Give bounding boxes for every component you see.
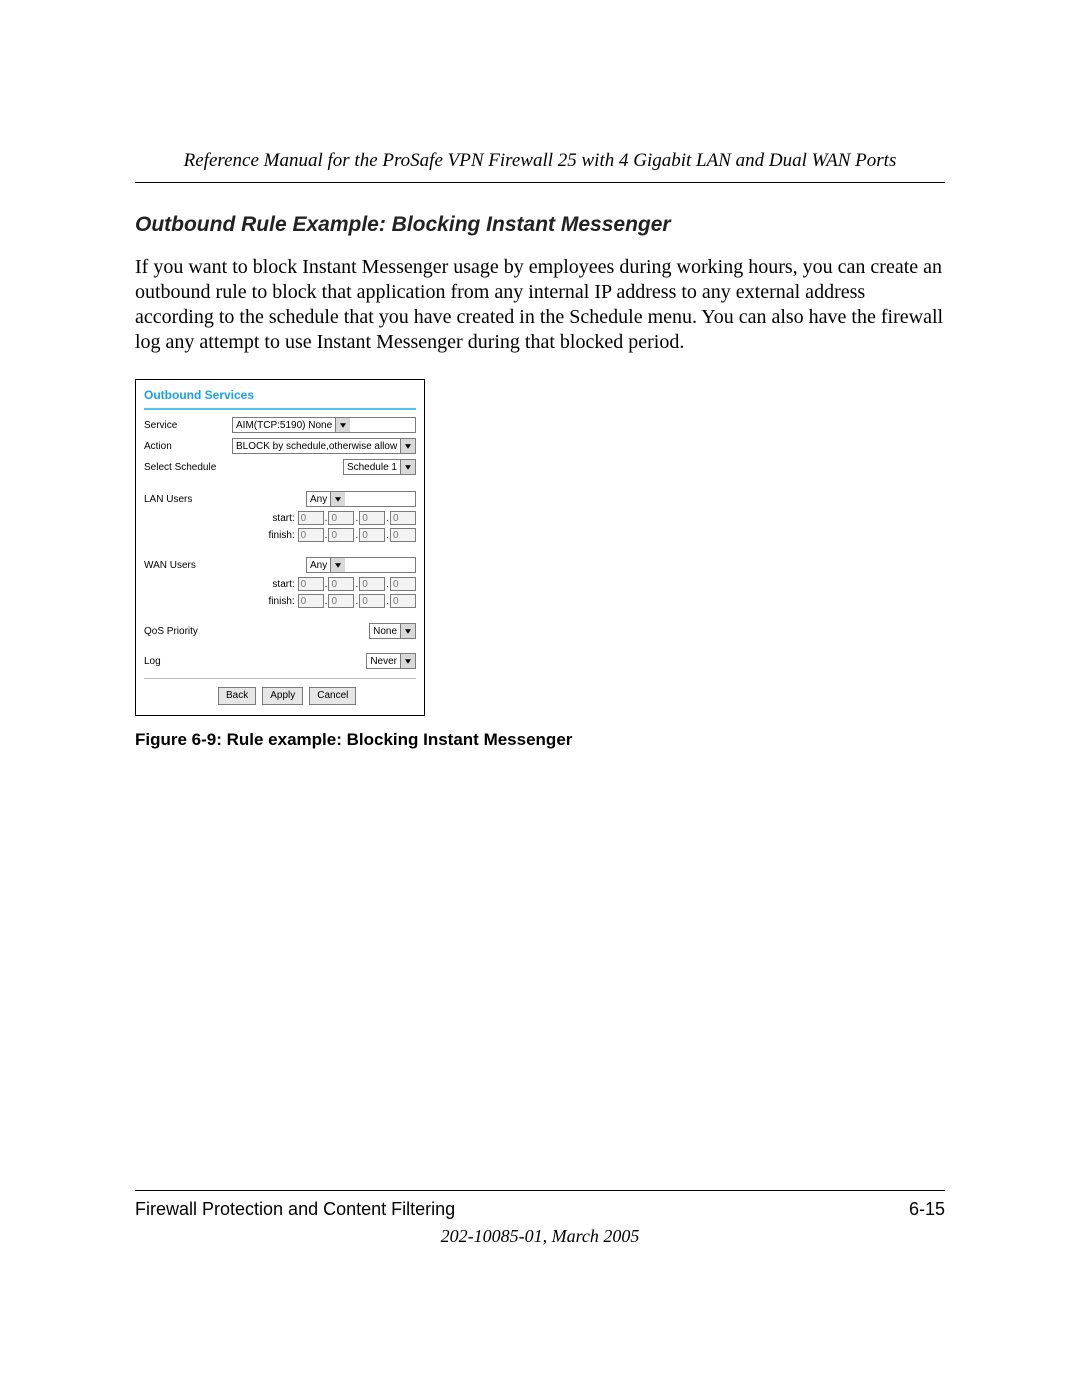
wan-start-octet-4[interactable]: 0 (390, 577, 416, 591)
chevron-down-icon (400, 624, 415, 638)
lan-finish-octet-4[interactable]: 0 (390, 528, 416, 542)
select-qos-value: None (373, 626, 397, 637)
lan-start-octet-4[interactable]: 0 (390, 511, 416, 525)
apply-button[interactable]: Apply (262, 687, 303, 705)
select-log-value: Never (370, 656, 397, 667)
label-lan-finish: finish: (235, 530, 298, 541)
label-wan-finish: finish: (235, 596, 298, 607)
label-log: Log (144, 656, 222, 667)
cancel-button[interactable]: Cancel (309, 687, 356, 705)
select-action[interactable]: BLOCK by schedule,otherwise allow (232, 438, 416, 454)
wan-start-octet-1[interactable]: 0 (298, 577, 324, 591)
label-qos: QoS Priority (144, 626, 222, 637)
label-schedule: Select Schedule (144, 462, 222, 473)
label-lan-start: start: (235, 513, 298, 524)
page-footer: Firewall Protection and Content Filterin… (135, 1190, 945, 1247)
label-lan-users: LAN Users (144, 494, 222, 505)
lan-finish-octet-1[interactable]: 0 (298, 528, 324, 542)
header-rule (135, 182, 945, 183)
wan-start-octet-3[interactable]: 0 (359, 577, 385, 591)
chevron-down-icon (400, 654, 415, 668)
lan-start-octet-1[interactable]: 0 (298, 511, 324, 525)
select-schedule[interactable]: Schedule 1 (343, 459, 416, 475)
footer-rule (135, 1190, 945, 1191)
panel-title: Outbound Services (144, 388, 416, 402)
select-schedule-value: Schedule 1 (347, 462, 397, 473)
select-lan-users-value: Any (310, 494, 327, 505)
figure-outbound-services: Outbound Services Service AIM(TCP:5190) … (135, 379, 945, 750)
lan-finish-octet-2[interactable]: 0 (328, 528, 354, 542)
wan-finish-octet-2[interactable]: 0 (328, 594, 354, 608)
wan-finish-octet-4[interactable]: 0 (390, 594, 416, 608)
wan-finish-octet-1[interactable]: 0 (298, 594, 324, 608)
section-heading: Outbound Rule Example: Blocking Instant … (135, 213, 945, 237)
label-service: Service (144, 420, 222, 431)
lan-finish-octet-3[interactable]: 0 (359, 528, 385, 542)
label-wan-users: WAN Users (144, 560, 222, 571)
lan-start-octet-2[interactable]: 0 (328, 511, 354, 525)
chevron-down-icon (400, 460, 415, 474)
panel-separator (144, 408, 416, 410)
select-wan-users[interactable]: Any (306, 557, 416, 573)
label-action: Action (144, 441, 222, 452)
lan-start-octet-3[interactable]: 0 (359, 511, 385, 525)
running-header: Reference Manual for the ProSafe VPN Fir… (135, 150, 945, 172)
figure-caption: Figure 6-9: Rule example: Blocking Insta… (135, 730, 945, 750)
footer-section-title: Firewall Protection and Content Filterin… (135, 1199, 455, 1220)
wan-start-octet-2[interactable]: 0 (328, 577, 354, 591)
select-wan-users-value: Any (310, 560, 327, 571)
chevron-down-icon (330, 492, 345, 506)
select-log[interactable]: Never (366, 653, 416, 669)
label-wan-start: start: (235, 579, 298, 590)
select-service[interactable]: AIM(TCP:5190) None (232, 417, 416, 433)
select-lan-users[interactable]: Any (306, 491, 416, 507)
panel-separator-bottom (144, 678, 416, 679)
select-qos[interactable]: None (369, 623, 416, 639)
select-action-value: BLOCK by schedule,otherwise allow (236, 441, 397, 452)
select-service-value: AIM(TCP:5190) None (236, 420, 332, 431)
chevron-down-icon (330, 558, 345, 572)
back-button[interactable]: Back (218, 687, 256, 705)
wan-finish-octet-3[interactable]: 0 (359, 594, 385, 608)
chevron-down-icon (335, 418, 350, 432)
footer-doc-id: 202-10085-01, March 2005 (135, 1226, 945, 1247)
outbound-services-panel: Outbound Services Service AIM(TCP:5190) … (135, 379, 425, 716)
chevron-down-icon (400, 439, 415, 453)
footer-page-number: 6-15 (909, 1199, 945, 1220)
body-paragraph: If you want to block Instant Messenger u… (135, 255, 945, 355)
